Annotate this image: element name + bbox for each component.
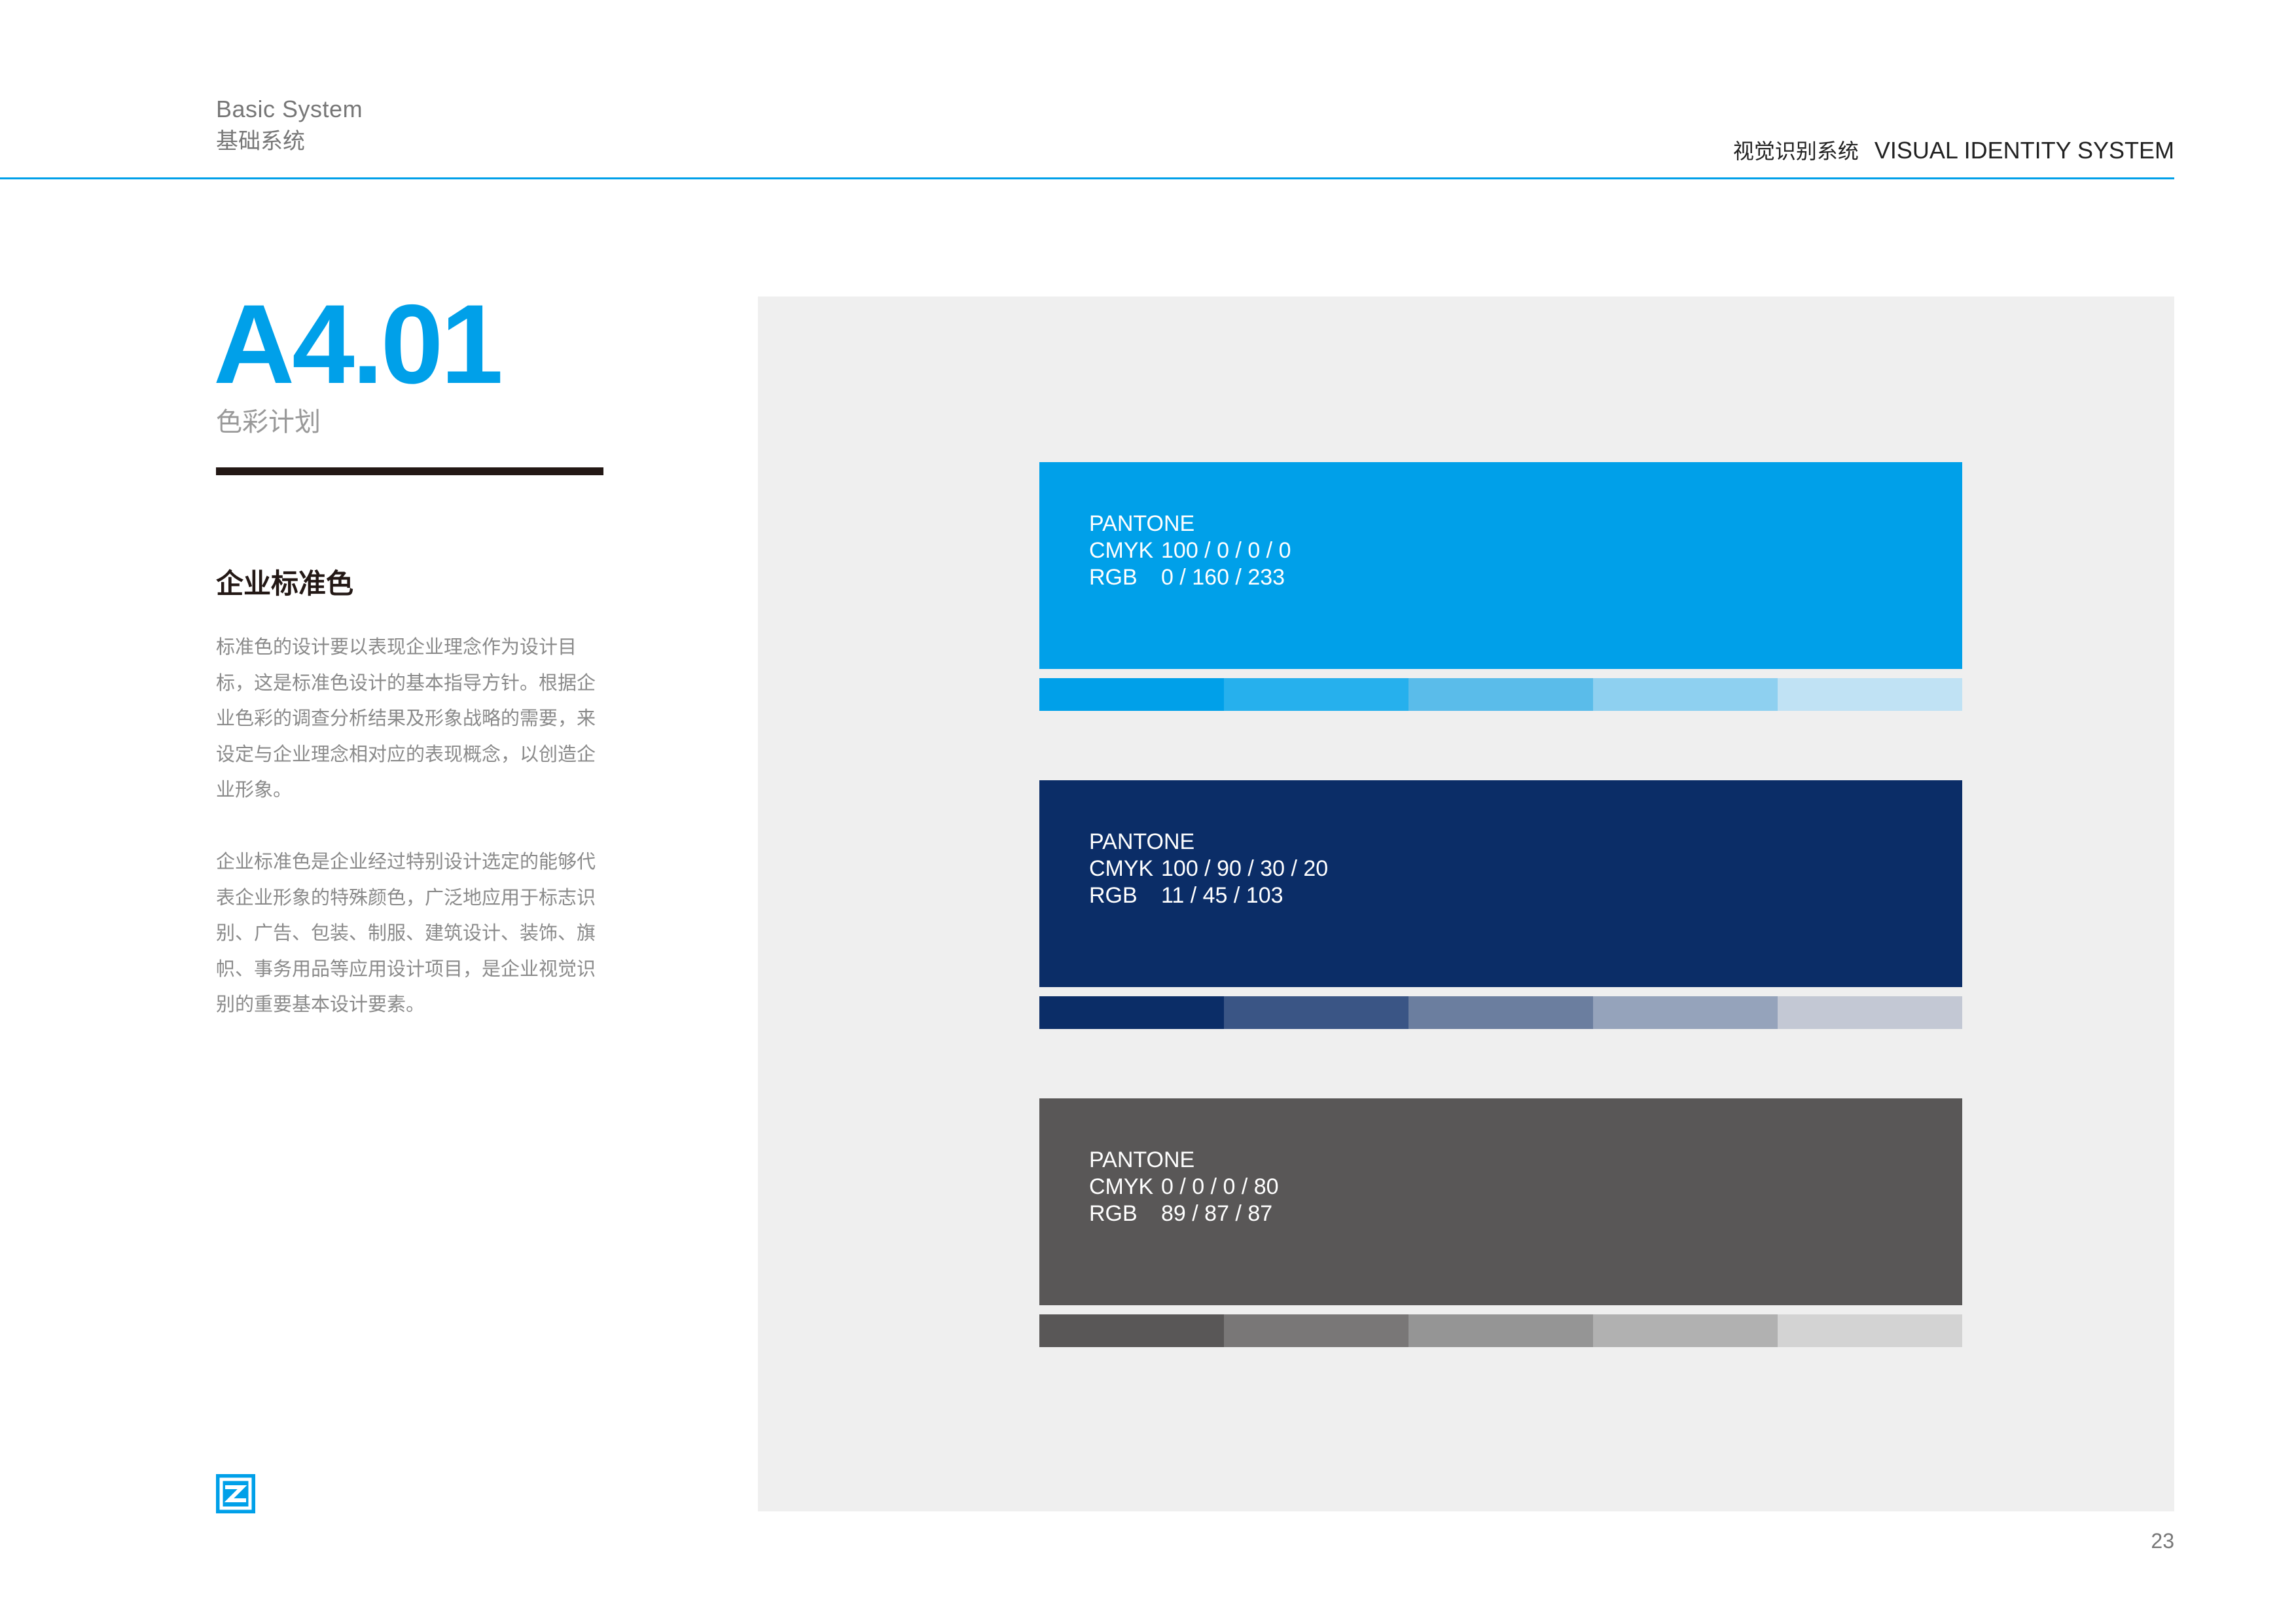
cmyk-label: CMYK bbox=[1089, 1174, 1154, 1199]
tint-20 bbox=[1778, 1314, 1962, 1347]
tint-strip-gray bbox=[1039, 1314, 1962, 1347]
rgb-value: 89 / 87 / 87 bbox=[1161, 1201, 1273, 1226]
color-swatch-primary-blue: PANTONE CMYK 100 / 0 / 0 / 0 RGB 0 / 160 /… bbox=[1039, 462, 1962, 669]
color-swatch-navy: PANTONE CMYK 100 / 90 / 30 / 20 RGB 11 / 4… bbox=[1039, 780, 1962, 987]
pantone-label: PANTONE bbox=[1089, 1147, 1195, 1172]
rgb-value: 11 / 45 / 103 bbox=[1161, 883, 1283, 908]
header-divider bbox=[0, 177, 2174, 179]
cmyk-row: CMYK 0 / 0 / 0 / 80 bbox=[1089, 1174, 1279, 1200]
rgb-row: RGB 11 / 45 / 103 bbox=[1089, 882, 1328, 909]
cmyk-value: 0 / 0 / 0 / 80 bbox=[1161, 1174, 1279, 1199]
rgb-label: RGB bbox=[1089, 883, 1138, 908]
content-paragraph-1: 标准色的设计要以表现企业理念作为设计目标，这是标准色设计的基本指导方针。根据企业… bbox=[216, 637, 596, 801]
tint-100 bbox=[1039, 678, 1224, 711]
section-label-cn: 基础系统 bbox=[216, 129, 305, 154]
cmyk-label: CMYK bbox=[1089, 538, 1154, 563]
pantone-label: PANTONE bbox=[1089, 511, 1195, 536]
cmyk-value: 100 / 90 / 30 / 20 bbox=[1161, 856, 1329, 881]
tint-40 bbox=[1593, 1314, 1778, 1347]
tint-100 bbox=[1039, 1314, 1224, 1347]
rgb-label: RGB bbox=[1089, 1201, 1138, 1226]
rgb-label: RGB bbox=[1089, 565, 1138, 590]
tint-20 bbox=[1778, 996, 1962, 1029]
page-code: A4.01 bbox=[213, 281, 503, 407]
cmyk-row: CMYK 100 / 0 / 0 / 0 bbox=[1089, 537, 1291, 564]
cmyk-value: 100 / 0 / 0 / 0 bbox=[1161, 538, 1291, 563]
tint-20 bbox=[1778, 678, 1962, 711]
rgb-value: 0 / 160 / 233 bbox=[1161, 565, 1285, 590]
tint-40 bbox=[1593, 996, 1778, 1029]
color-swatch-gray: PANTONE CMYK 0 / 0 / 0 / 80 RGB 89 / 87 / … bbox=[1039, 1098, 1962, 1305]
tint-60 bbox=[1408, 1314, 1593, 1347]
tint-60 bbox=[1408, 996, 1593, 1029]
tint-80 bbox=[1224, 996, 1408, 1029]
section-label-en: Basic System bbox=[216, 96, 363, 122]
pantone-label: PANTONE bbox=[1089, 829, 1195, 854]
heading-underline bbox=[216, 467, 603, 475]
tint-strip-navy bbox=[1039, 996, 1962, 1029]
system-title-cn: 视觉识别系统 bbox=[1732, 139, 1859, 163]
content-paragraph-2: 企业标准色是企业经过特别设计选定的能够代表企业形象的特殊颜色，广泛地应用于标志识… bbox=[216, 852, 596, 1015]
system-title-en: VISUAL IDENTITY SYSTEM bbox=[1874, 137, 2174, 164]
cmyk-label: CMYK bbox=[1089, 856, 1154, 881]
color-spec: PANTONE CMYK 0 / 0 / 0 / 80 RGB 89 / 87 / … bbox=[1089, 1147, 1279, 1227]
page-number: 23 bbox=[2151, 1529, 2174, 1553]
page-subtitle: 色彩计划 bbox=[216, 408, 321, 437]
brand-logo-icon bbox=[216, 1474, 255, 1513]
color-spec: PANTONE CMYK 100 / 0 / 0 / 0 RGB 0 / 160 /… bbox=[1089, 511, 1291, 591]
color-spec: PANTONE CMYK 100 / 90 / 30 / 20 RGB 11 / 4… bbox=[1089, 829, 1328, 909]
tint-80 bbox=[1224, 678, 1408, 711]
rgb-row: RGB 89 / 87 / 87 bbox=[1089, 1200, 1279, 1227]
tint-strip-primary-blue bbox=[1039, 678, 1962, 711]
content-title: 企业标准色 bbox=[216, 568, 354, 599]
tint-100 bbox=[1039, 996, 1224, 1029]
tint-40 bbox=[1593, 678, 1778, 711]
rgb-row: RGB 0 / 160 / 233 bbox=[1089, 564, 1291, 591]
tint-80 bbox=[1224, 1314, 1408, 1347]
tint-60 bbox=[1408, 678, 1593, 711]
cmyk-row: CMYK 100 / 90 / 30 / 20 bbox=[1089, 856, 1328, 882]
system-title: 视觉识别系统 VISUAL IDENTITY SYSTEM bbox=[1733, 135, 2174, 165]
